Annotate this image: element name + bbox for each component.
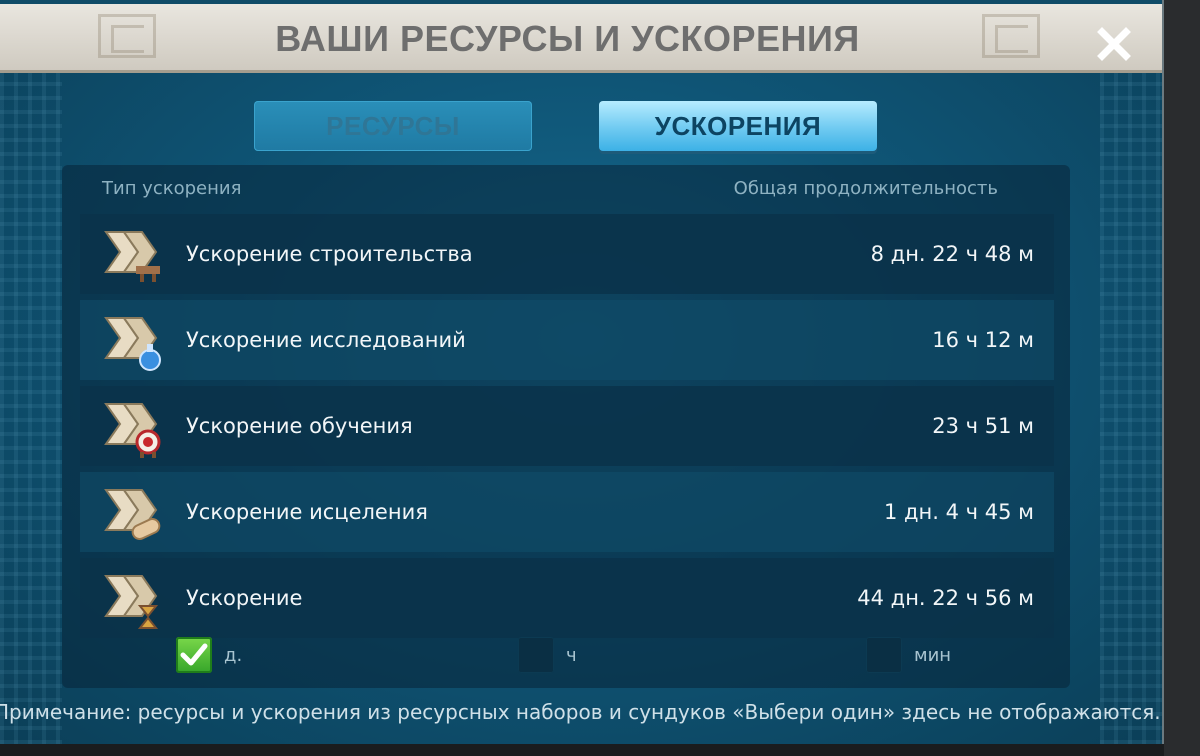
table-row[interactable]: Ускорение строительства 8 дн. 22 ч 48 м (80, 214, 1054, 294)
training-speedup-icon (104, 403, 161, 458)
table-row[interactable]: Ускорение 44 дн. 22 ч 56 м (80, 558, 1054, 638)
hours-checkbox[interactable] (518, 637, 554, 673)
row-label: Ускорение (186, 585, 303, 610)
tab-resources[interactable]: РЕСУРСЫ (254, 101, 532, 151)
table-row[interactable]: Ускорение исцеления 1 дн. 4 ч 45 м (80, 472, 1054, 552)
right-ornament-border (1100, 70, 1162, 744)
row-label: Ускорение исследований (186, 327, 466, 352)
tab-speedups[interactable]: УСКОРЕНИЯ (599, 101, 877, 151)
window-header: ВАШИ РЕСУРСЫ И УСКОРЕНИЯ (0, 4, 1162, 73)
minutes-label: мин (914, 645, 952, 666)
close-button[interactable] (1094, 24, 1134, 64)
resources-window: ВАШИ РЕСУРСЫ И УСКОРЕНИЯ РЕСУРСЫ УСКОРЕН… (0, 0, 1164, 744)
hours-label: ч (566, 645, 577, 666)
background-strip-right (1164, 0, 1200, 756)
left-ornament-border (0, 70, 62, 744)
row-duration: 16 ч 12 м (932, 328, 1034, 352)
research-speedup-icon (104, 317, 161, 371)
row-duration: 1 дн. 4 ч 45 м (884, 500, 1034, 524)
column-header-type: Тип ускорения (102, 178, 242, 199)
row-label: Ускорение исцеления (186, 499, 428, 524)
checkmark-icon (180, 643, 208, 666)
row-label: Ускорение строительства (186, 241, 473, 266)
row-duration: 23 ч 51 м (932, 414, 1034, 438)
background-strip-bottom (0, 744, 1164, 756)
footnote: Примечание: ресурсы и ускорения из ресур… (0, 700, 1161, 724)
row-label: Ускорение обучения (186, 413, 413, 438)
column-header-duration: Общая продолжительность (733, 178, 998, 199)
row-duration: 44 дн. 22 ч 56 м (857, 586, 1034, 610)
construction-speedup-icon (104, 231, 160, 282)
universal-speedup-icon (104, 575, 159, 629)
days-label: д. (224, 645, 243, 666)
days-checkbox[interactable] (176, 637, 212, 673)
close-icon (1097, 27, 1131, 61)
table-row[interactable]: Ускорение обучения 23 ч 51 м (80, 386, 1054, 466)
window-title: ВАШИ РЕСУРСЫ И УСКОРЕНИЯ (275, 18, 860, 59)
healing-speedup-icon (104, 489, 161, 540)
row-duration: 8 дн. 22 ч 48 м (870, 242, 1034, 266)
minutes-checkbox[interactable] (866, 637, 902, 673)
table-row[interactable]: Ускорение исследований 16 ч 12 м (80, 300, 1054, 380)
